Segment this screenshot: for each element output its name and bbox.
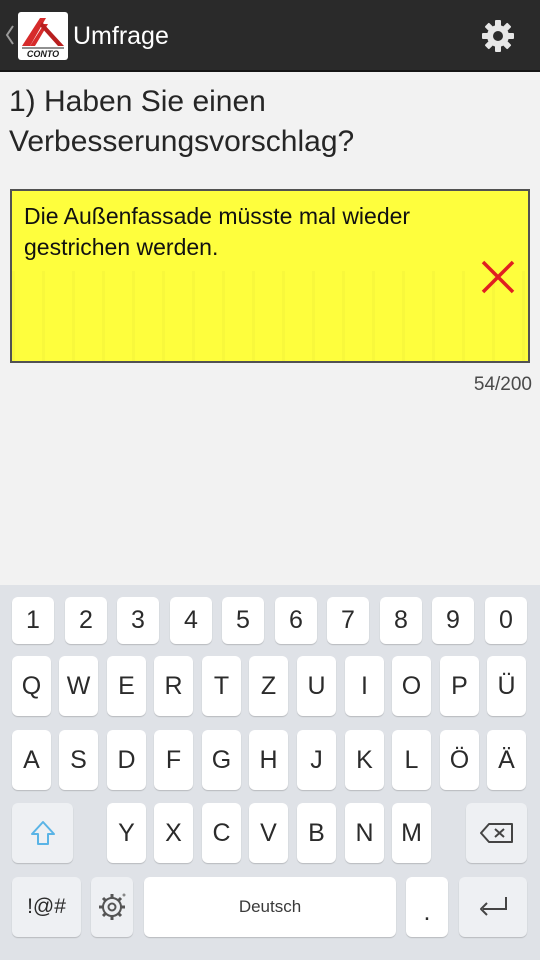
- keyboard-settings-gear-icon: [99, 893, 126, 920]
- key-ue[interactable]: Ü: [487, 656, 526, 716]
- backspace-icon: [479, 823, 513, 843]
- key-m[interactable]: M: [392, 803, 431, 863]
- key-5[interactable]: 5: [222, 597, 264, 644]
- chevron-left-icon[interactable]: [4, 22, 16, 48]
- keyboard-settings-key[interactable]: [91, 877, 133, 937]
- key-d[interactable]: D: [107, 730, 146, 790]
- key-2[interactable]: 2: [65, 597, 107, 644]
- gear-icon[interactable]: [480, 18, 516, 54]
- key-n[interactable]: N: [345, 803, 384, 863]
- question-text: 1) Haben Sie einen Verbesserungsvorschla…: [9, 85, 355, 158]
- key-s[interactable]: S: [59, 730, 98, 790]
- key-4[interactable]: 4: [170, 597, 212, 644]
- key-u[interactable]: U: [297, 656, 336, 716]
- clear-x-icon[interactable]: [480, 259, 516, 295]
- key-0[interactable]: 0: [485, 597, 527, 644]
- key-g[interactable]: G: [202, 730, 241, 790]
- answer-text[interactable]: Die Außenfassade müsste mal wieder gestr…: [24, 201, 484, 263]
- key-t[interactable]: T: [202, 656, 241, 716]
- logo-text: CONTO: [27, 49, 59, 59]
- key-6[interactable]: 6: [275, 597, 317, 644]
- app-logo-icon[interactable]: CONTO: [18, 12, 68, 60]
- key-a[interactable]: A: [12, 730, 51, 790]
- key-j[interactable]: J: [297, 730, 336, 790]
- answer-textarea[interactable]: Die Außenfassade müsste mal wieder gestr…: [10, 189, 530, 363]
- symbols-key[interactable]: !@#: [12, 877, 81, 937]
- key-k[interactable]: K: [345, 730, 384, 790]
- backspace-key[interactable]: [466, 803, 527, 863]
- key-l[interactable]: L: [392, 730, 431, 790]
- key-oe[interactable]: Ö: [440, 730, 479, 790]
- action-bar: CONTO Umfrage: [0, 0, 540, 72]
- shift-arrow-icon: [30, 821, 55, 845]
- key-q[interactable]: Q: [12, 656, 51, 716]
- key-3[interactable]: 3: [117, 597, 159, 644]
- key-ae[interactable]: Ä: [487, 730, 526, 790]
- key-8[interactable]: 8: [380, 597, 422, 644]
- key-f[interactable]: F: [154, 730, 193, 790]
- key-7[interactable]: 7: [327, 597, 369, 644]
- enter-arrow-icon: [480, 897, 507, 916]
- key-c[interactable]: C: [202, 803, 241, 863]
- period-key[interactable]: .: [406, 877, 448, 937]
- key-v[interactable]: V: [249, 803, 288, 863]
- shift-key[interactable]: [12, 803, 73, 863]
- char-counter: 54/200: [473, 374, 532, 395]
- key-y[interactable]: Y: [107, 803, 146, 863]
- soft-keyboard: 1 2 3 4 5 6 7 8 9 0 Q W E R T Z U I O P …: [0, 585, 540, 960]
- key-o[interactable]: O: [392, 656, 431, 716]
- page-title: Umfrage: [73, 22, 169, 50]
- key-h[interactable]: H: [249, 730, 288, 790]
- key-i[interactable]: I: [345, 656, 384, 716]
- key-e[interactable]: E: [107, 656, 146, 716]
- key-x[interactable]: X: [154, 803, 193, 863]
- key-w[interactable]: W: [59, 656, 98, 716]
- key-r[interactable]: R: [154, 656, 193, 716]
- key-b[interactable]: B: [297, 803, 336, 863]
- space-key[interactable]: Deutsch: [144, 877, 396, 937]
- key-9[interactable]: 9: [432, 597, 474, 644]
- key-1[interactable]: 1: [12, 597, 54, 644]
- enter-key[interactable]: [459, 877, 527, 937]
- key-p[interactable]: P: [440, 656, 479, 716]
- key-z[interactable]: Z: [249, 656, 288, 716]
